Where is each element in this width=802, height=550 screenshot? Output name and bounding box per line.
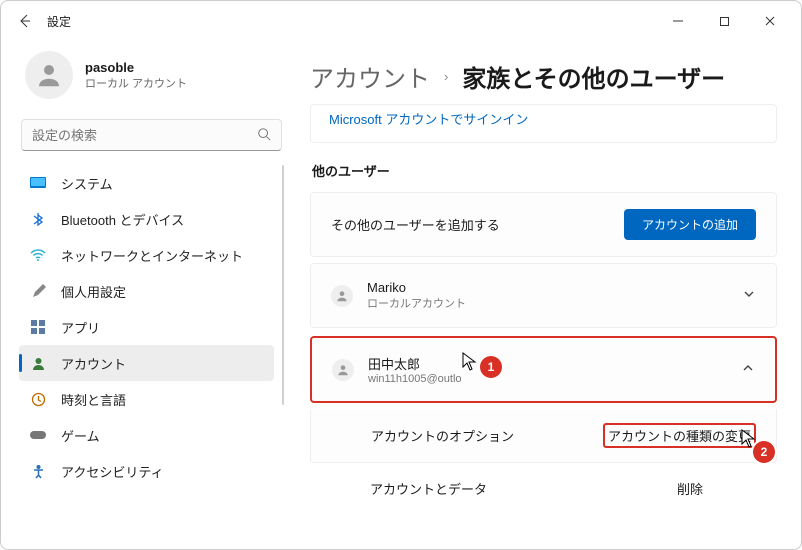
nav-time[interactable]: 時刻と言語 [19,381,274,417]
user-name: Mariko [367,280,466,295]
wifi-icon [29,246,47,264]
option-row-account-options: アカウントのオプション アカウントの種類の変更 2 [310,409,777,463]
nav-label: 個人用設定 [61,282,126,301]
search-box[interactable] [21,119,282,151]
minimize-icon [672,15,684,27]
close-icon [764,15,776,27]
chevron-right-icon: › [444,69,448,84]
annotation-badge-2: 2 [753,441,775,463]
nav-label: アカウント [61,354,126,373]
nav-accounts[interactable]: アカウント [19,345,274,381]
add-account-button[interactable]: アカウントの追加 [624,209,756,240]
window-title: 設定 [47,13,71,30]
person-icon [332,359,354,381]
close-button[interactable] [747,6,793,36]
user-subtitle: ローカルアカウント [367,295,466,311]
add-other-user-row: その他のユーザーを追加する アカウントの追加 [310,192,777,257]
user-name: pasoble [85,60,187,75]
nav-bluetooth[interactable]: Bluetooth とデバイス [19,201,274,237]
chevron-down-icon [742,287,756,304]
nav-accessibility[interactable]: アクセシビリティ [19,453,274,489]
nav-apps[interactable]: アプリ [19,309,274,345]
nav-label: Bluetooth とデバイス [61,210,184,229]
user-subtitle: win11h1005@outlo [368,373,462,385]
ms-signin-link[interactable]: Microsoft アカウントでサインイン [329,112,528,127]
user-name: 田中太郎 [368,354,462,373]
gaming-icon [29,426,47,444]
user-avatar [25,51,73,99]
nav-label: システム [61,174,113,193]
nav-label: 時刻と言語 [61,390,126,409]
nav-label: ネットワークとインターネット [61,246,243,265]
option-row-account-data: アカウントとデータ 削除 [310,469,777,498]
option-label: アカウントのオプション [371,426,514,445]
sidebar: pasoble ローカル アカウント システム Bluetooth とデバイス … [1,41,296,549]
accessibility-icon [29,462,47,480]
ms-signin-card[interactable]: Microsoft アカウントでサインイン [310,104,777,143]
section-label-other-users: 他のユーザー [312,161,777,180]
accounts-icon [29,354,47,372]
nav-network[interactable]: ネットワークとインターネット [19,237,274,273]
back-button[interactable] [9,5,41,37]
minimize-button[interactable] [655,6,701,36]
maximize-button[interactable] [701,6,747,36]
user-subtitle: ローカル アカウント [85,75,187,91]
apps-icon [29,318,47,336]
search-icon [257,127,271,144]
current-user-card[interactable]: pasoble ローカル アカウント [19,41,284,115]
main-content: アカウント › 家族とその他のユーザー Microsoft アカウントでサインイ… [296,41,801,549]
maximize-icon [719,16,730,27]
nav: システム Bluetooth とデバイス ネットワークとインターネット 個人用設… [19,165,284,549]
search-input[interactable] [32,128,257,143]
bluetooth-icon [29,210,47,228]
system-icon [29,174,47,192]
arrow-left-icon [17,13,33,29]
nav-gaming[interactable]: ゲーム [19,417,274,453]
person-icon [331,285,353,307]
breadcrumb-parent[interactable]: アカウント [310,59,430,94]
change-account-type-button[interactable]: アカウントの種類の変更 [603,423,756,448]
person-icon [34,60,64,90]
clock-icon [29,390,47,408]
brush-icon [29,282,47,300]
nav-label: アクセシビリティ [61,462,164,481]
breadcrumb: アカウント › 家族とその他のユーザー [310,59,777,94]
nav-label: ゲーム [61,426,100,445]
nav-system[interactable]: システム [19,165,274,201]
title-bar: 設定 [1,1,801,41]
remove-button[interactable]: 削除 [677,479,703,498]
add-other-user-label: その他のユーザーを追加する [331,215,500,234]
nav-personalization[interactable]: 個人用設定 [19,273,274,309]
user-row-tanaka[interactable]: 田中太郎 win11h1005@outlo 1 [310,336,777,403]
annotation-badge-1: 1 [480,356,502,378]
nav-label: アプリ [61,318,100,337]
option-label: アカウントとデータ [370,479,487,498]
user-row-mariko[interactable]: Mariko ローカルアカウント [310,263,777,328]
chevron-up-icon [741,361,755,378]
breadcrumb-current: 家族とその他のユーザー [462,59,725,94]
